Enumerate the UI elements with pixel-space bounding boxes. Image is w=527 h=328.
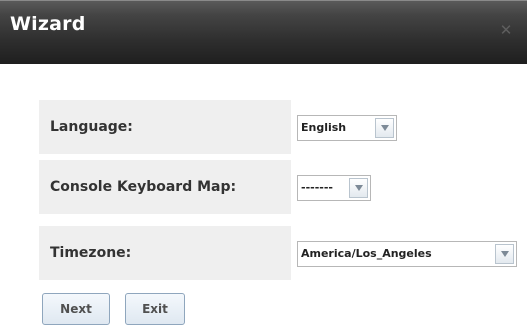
close-icon[interactable]: ✕ (499, 23, 513, 38)
keyboard-map-select-value: ------- (301, 181, 333, 194)
timezone-select-value: America/Los_Angeles (301, 247, 432, 260)
chevron-down-icon[interactable] (495, 244, 514, 264)
language-select-value: English (301, 121, 347, 134)
keyboard-map-label-cell: Console Keyboard Map: (39, 160, 291, 214)
next-button[interactable]: Next (42, 293, 110, 325)
dialog-title: Wizard (10, 13, 86, 35)
timezone-label: Timezone: (50, 245, 132, 261)
exit-button[interactable]: Exit (125, 293, 185, 325)
timezone-label-cell: Timezone: (39, 226, 291, 280)
language-label: Language: (50, 119, 133, 135)
language-label-cell: Language: (39, 100, 291, 154)
keyboard-map-label: Console Keyboard Map: (50, 179, 237, 195)
chevron-down-icon[interactable] (375, 118, 394, 138)
timezone-select[interactable]: America/Los_Angeles (297, 241, 517, 267)
keyboard-map-select[interactable]: ------- (297, 175, 371, 201)
chevron-down-icon[interactable] (349, 178, 368, 198)
language-select[interactable]: English (297, 115, 397, 141)
dialog-titlebar: Wizard ✕ (0, 0, 527, 64)
